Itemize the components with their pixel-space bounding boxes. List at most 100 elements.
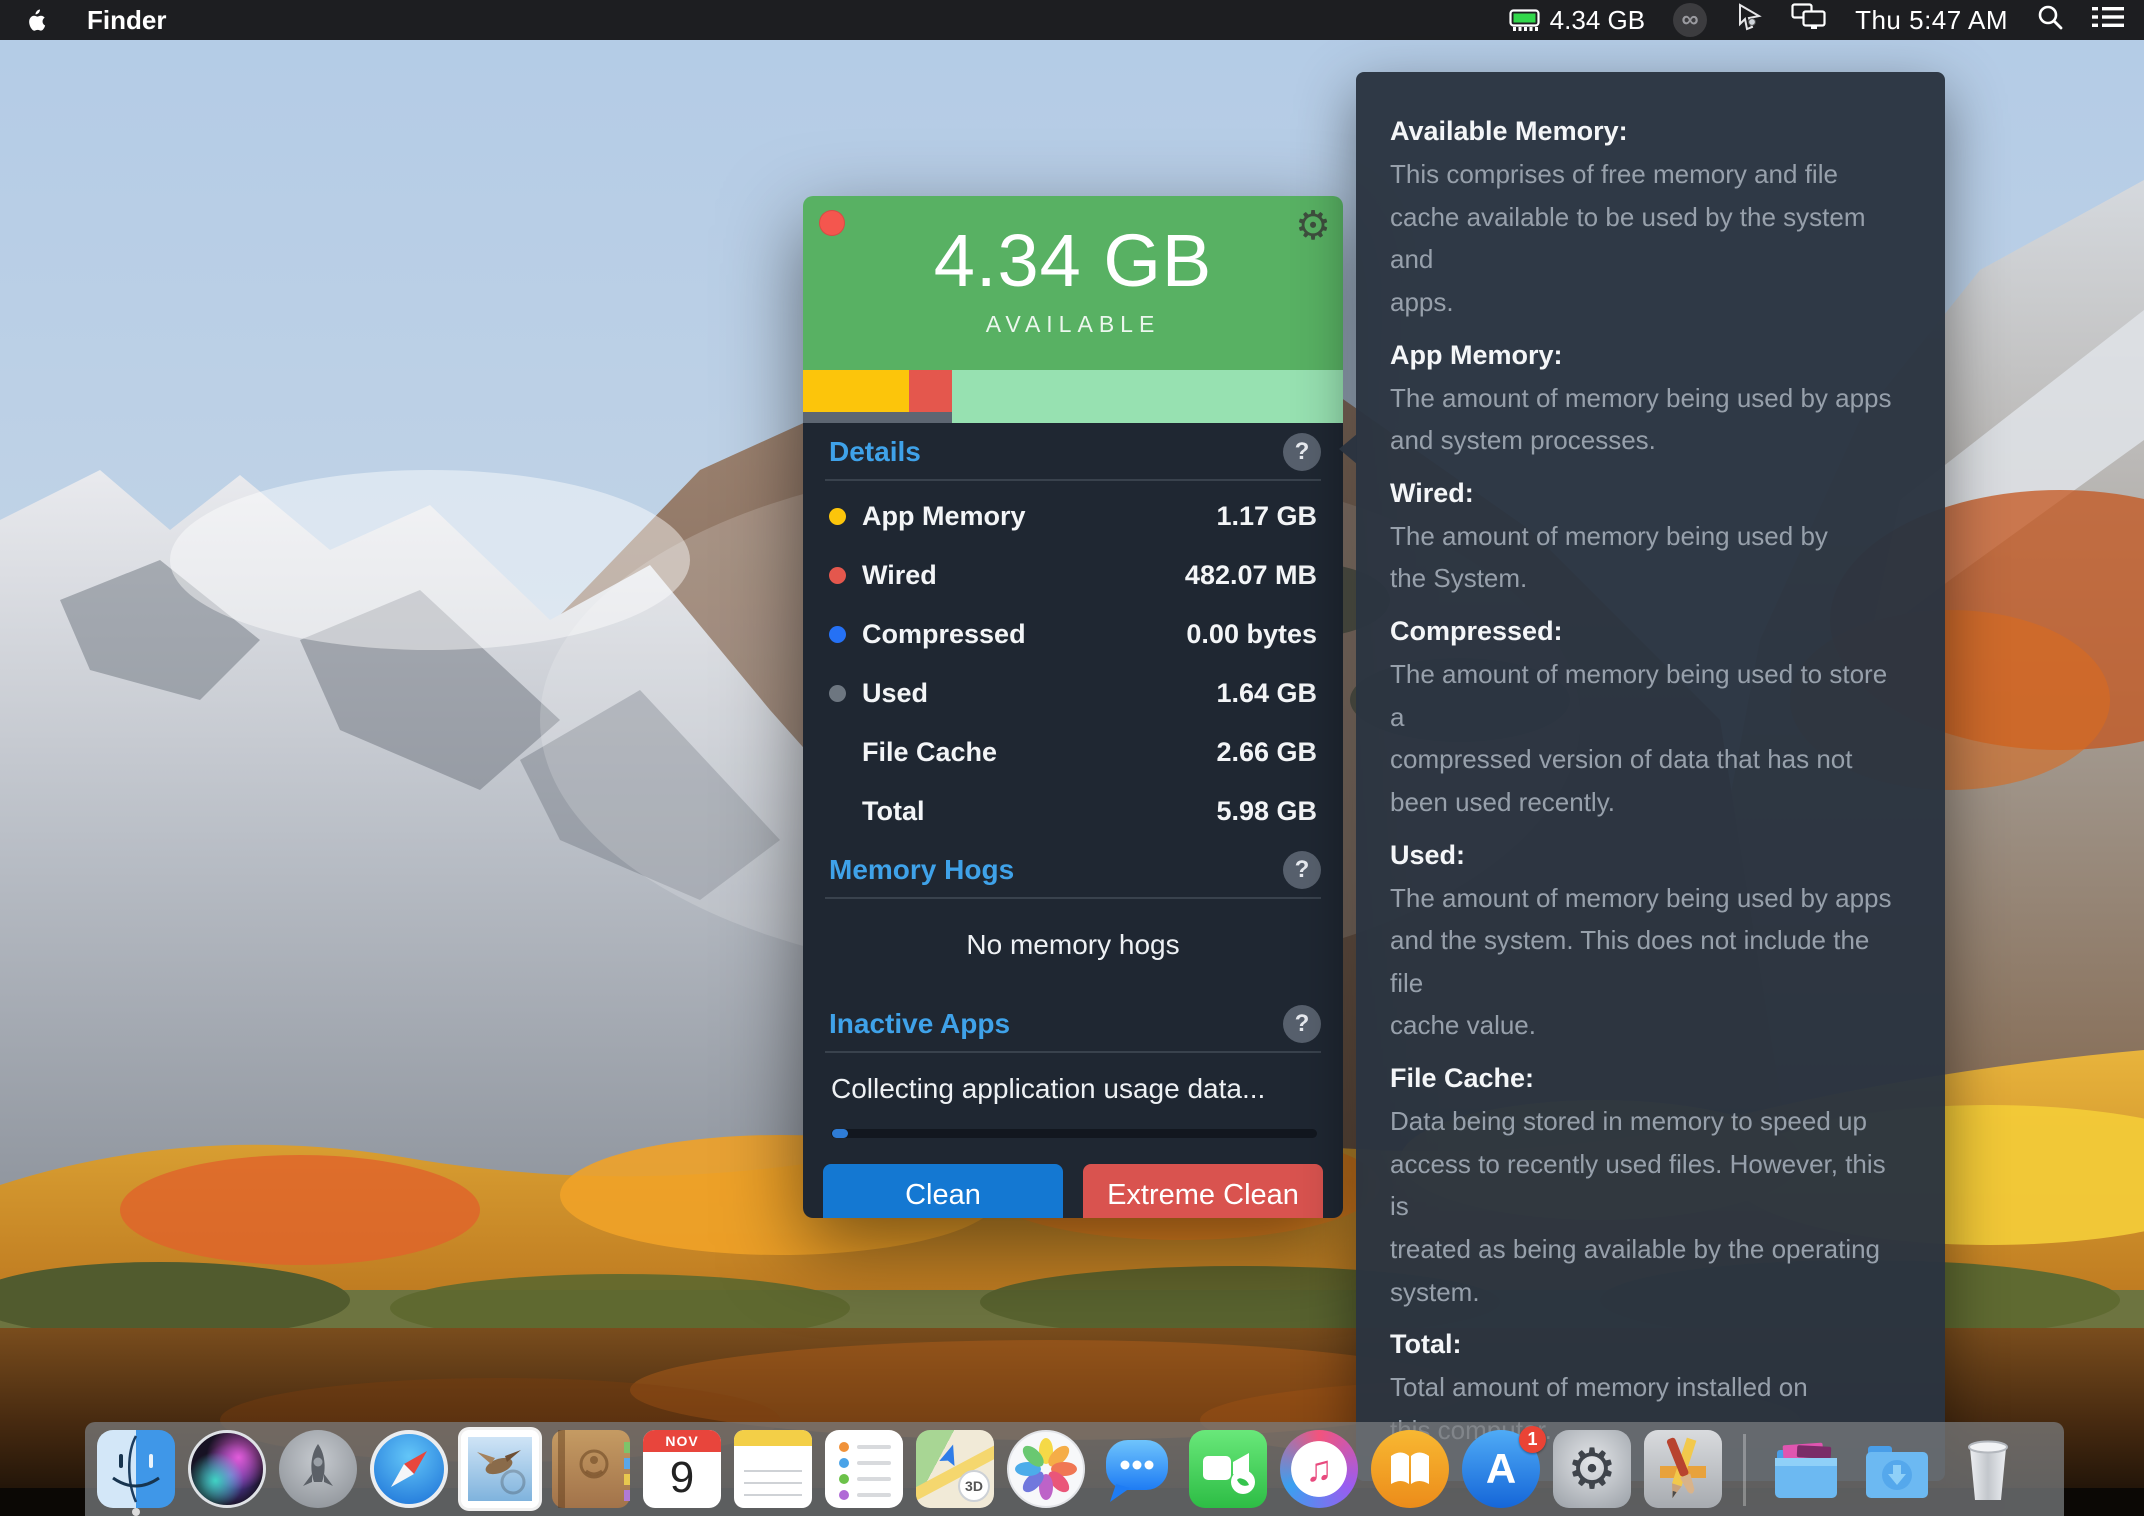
display-mirroring-icon — [1791, 3, 1827, 30]
dock-finder-icon[interactable] — [97, 1430, 175, 1508]
menu-bar-clock[interactable]: Thu 5:47 AM — [1855, 5, 2008, 36]
detail-label: Wired — [862, 560, 937, 591]
detail-value: 5.98 GB — [1216, 796, 1317, 827]
collecting-status-message: Collecting application usage data... — [821, 1053, 1325, 1105]
legend-dot-icon — [829, 508, 846, 525]
dock-photos-icon[interactable] — [1007, 1430, 1085, 1508]
details-help-button[interactable]: ? — [1283, 433, 1321, 471]
dock-mail-icon[interactable] — [461, 1430, 539, 1508]
detail-value: 1.17 GB — [1216, 501, 1317, 532]
memory-usage-bar — [803, 370, 1343, 423]
calendar-day: 9 — [643, 1452, 721, 1504]
photos-flower — [1007, 1430, 1085, 1508]
help-term: Total: — [1390, 1329, 1907, 1360]
pointer-tool-icon[interactable] — [1735, 3, 1763, 38]
help-description: The amount of memory being used to store… — [1390, 653, 1907, 824]
dock-downloads-folder-icon[interactable] — [1858, 1430, 1936, 1508]
detail-row: Total 5.98 GB — [829, 782, 1317, 841]
notification-center-icon[interactable] — [2092, 5, 2124, 36]
contacts-book-art — [552, 1430, 630, 1508]
dock-contacts-icon[interactable] — [552, 1430, 630, 1508]
close-window-button[interactable] — [819, 210, 845, 236]
help-glyph: ? — [1295, 856, 1310, 884]
dock-divider — [1743, 1434, 1746, 1506]
details-title: Details — [829, 436, 921, 468]
dock-safari-icon[interactable] — [370, 1430, 448, 1508]
pointer-arrow-icon — [1735, 3, 1763, 31]
dock-reminders-icon[interactable] — [825, 1430, 903, 1508]
dock-launchpad-icon[interactable] — [279, 1430, 357, 1508]
ram-chip-icon — [1509, 9, 1540, 32]
help-description: The amount of memory being used by the S… — [1390, 515, 1907, 600]
memory-hogs-section-header: Memory Hogs ? — [821, 841, 1325, 897]
detail-row: Wired 482.07 MB — [829, 546, 1317, 605]
dock-design-tools-icon[interactable] — [1644, 1430, 1722, 1508]
spotlight-search-icon[interactable] — [2036, 3, 2064, 38]
appstore-letter: A — [1486, 1445, 1516, 1493]
dock-messages-icon[interactable] — [1098, 1430, 1176, 1508]
detail-value: 482.07 MB — [1185, 560, 1317, 591]
help-entry: File Cache: Data being stored in memory … — [1390, 1063, 1907, 1313]
help-term: Wired: — [1390, 478, 1907, 509]
clean-button[interactable]: Clean — [823, 1164, 1063, 1218]
inactive-apps-help-button[interactable]: ? — [1283, 1005, 1321, 1043]
details-rows: App Memory 1.17 GB Wired 482.07 MB Compr… — [821, 481, 1325, 841]
window-panel: Details ? App Memory 1.17 GB Wired 482.0… — [803, 423, 1343, 1218]
dock: NOV 9 3D — [85, 1422, 2064, 1516]
trash-can-art — [1949, 1430, 2027, 1508]
settings-gear-icon[interactable]: ⚙ — [1295, 198, 1331, 254]
memory-status-value: 4.34 GB — [1550, 5, 1645, 36]
dock-ibooks-icon[interactable] — [1371, 1430, 1449, 1508]
memory-status[interactable]: 4.34 GB — [1509, 5, 1645, 36]
creative-cloud-glyph: ∞ — [1682, 6, 1699, 34]
gear-glyph: ⚙ — [1295, 204, 1331, 248]
detail-value: 1.64 GB — [1216, 678, 1317, 709]
dock-appstore-icon[interactable]: A 1 — [1462, 1430, 1540, 1508]
dock-system-preferences-icon[interactable]: ⚙ — [1553, 1430, 1631, 1508]
dock-maps-icon[interactable]: 3D — [916, 1430, 994, 1508]
apple-icon — [26, 8, 47, 33]
documents-folder-art — [1767, 1430, 1845, 1508]
dock-facetime-icon[interactable] — [1189, 1430, 1267, 1508]
details-section-header: Details ? — [821, 423, 1325, 479]
detail-label: File Cache — [862, 737, 997, 768]
desktop: Finder 4.34 GB ∞ — [0, 0, 2144, 1516]
dock-siri-icon[interactable] — [188, 1430, 266, 1508]
help-entry: Available Memory: This comprises of free… — [1390, 116, 1907, 324]
help-tooltip-panel: Available Memory: This comprises of free… — [1356, 72, 1945, 1481]
tooltip-arrow — [1339, 434, 1357, 464]
detail-label: Total — [862, 796, 925, 827]
memory-hogs-empty-message: No memory hogs — [821, 899, 1325, 995]
speech-bubble — [1098, 1430, 1176, 1508]
active-app-name[interactable]: Finder — [87, 5, 166, 36]
inactive-apps-section-header: Inactive Apps ? — [821, 995, 1325, 1051]
help-entry: Compressed: The amount of memory being u… — [1390, 616, 1907, 824]
dock-notes-icon[interactable] — [734, 1430, 812, 1508]
legend-dot-icon — [829, 567, 846, 584]
help-description: The amount of memory being used by apps … — [1390, 877, 1907, 1048]
detail-row: App Memory 1.17 GB — [829, 487, 1317, 546]
notification-badge: 1 — [1519, 1426, 1546, 1453]
dock-trash-icon[interactable] — [1949, 1430, 2027, 1508]
displays-icon[interactable] — [1791, 3, 1827, 37]
pencil-brush-ruler-glyph — [1644, 1430, 1722, 1508]
apple-menu[interactable] — [26, 8, 47, 33]
creative-cloud-icon[interactable]: ∞ — [1673, 3, 1707, 37]
help-entry: Used: The amount of memory being used by… — [1390, 840, 1907, 1048]
usage-segment-free — [952, 370, 1343, 423]
window-header: ⚙ 4.34 GB AVAILABLE — [803, 196, 1343, 370]
maps-3d-badge: 3D — [958, 1470, 990, 1502]
help-entry: Wired: The amount of memory being used b… — [1390, 478, 1907, 600]
help-entries: Available Memory: This comprises of free… — [1390, 116, 1907, 1451]
memory-hogs-help-button[interactable]: ? — [1283, 851, 1321, 889]
extreme-clean-button[interactable]: Extreme Clean — [1083, 1164, 1323, 1218]
dock-documents-folder-icon[interactable] — [1767, 1430, 1845, 1508]
dock-itunes-icon[interactable]: ♫ — [1280, 1430, 1358, 1508]
dock-calendar-icon[interactable]: NOV 9 — [643, 1430, 721, 1508]
inactive-apps-title: Inactive Apps — [829, 1008, 1010, 1040]
magnifier-icon — [2036, 3, 2064, 31]
help-term: File Cache: — [1390, 1063, 1907, 1094]
progress-indicator — [832, 1129, 848, 1138]
usage-segment-wired — [909, 370, 952, 412]
music-note-glyph: ♫ — [1280, 1430, 1358, 1508]
